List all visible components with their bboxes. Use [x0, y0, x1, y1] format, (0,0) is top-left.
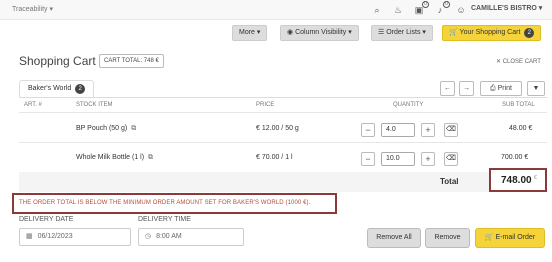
- remove-all-button[interactable]: Remove All: [367, 228, 421, 248]
- item-price: € 12.00 / 50 g: [256, 125, 299, 132]
- column-visibility-label: Column Visibility: [295, 29, 347, 36]
- remove-button[interactable]: Remove: [425, 228, 470, 248]
- table-row-item[interactable]: Whole Milk Bottle (1 l) ⧉: [76, 154, 153, 162]
- order-lists-label: Order Lists: [386, 29, 421, 36]
- order-lists-button[interactable]: ☰ Order Lists ▾: [371, 25, 433, 41]
- close-cart-label: CLOSE CART: [502, 59, 541, 65]
- header-sub-total: SUB TOTAL: [502, 102, 535, 108]
- chef-hat-icon[interactable]: ♨: [392, 4, 404, 16]
- toolbar: More ▾ ◉ Column Visibility ▾ ☰ Order Lis…: [0, 22, 552, 44]
- close-cart-button[interactable]: ✕ CLOSE CART: [496, 58, 541, 65]
- delivery-time-label: DELIVERY TIME: [138, 216, 191, 223]
- chevron-down-icon: ▾: [49, 6, 53, 13]
- your-cart-label: Your Shopping Cart: [459, 29, 521, 36]
- tab-supplier[interactable]: Baker's World 2: [19, 80, 95, 97]
- header-stock-item: STOCK ITEM: [76, 102, 113, 108]
- cart-icon: 🛒: [449, 29, 458, 36]
- divider: [19, 142, 547, 143]
- table-row-item[interactable]: BP Pouch (50 g) ⧉: [76, 125, 136, 133]
- print-button[interactable]: ⎙ Print: [480, 81, 522, 96]
- decrease-quantity-button[interactable]: −: [361, 123, 375, 137]
- column-visibility-button[interactable]: ◉ Column Visibility ▾: [280, 25, 359, 41]
- email-order-label: E-mail Order: [495, 234, 536, 241]
- user-icon[interactable]: ☺: [455, 4, 467, 16]
- clear-quantity-button[interactable]: ⌫: [444, 123, 458, 137]
- item-price: € 70.00 / 1 l: [256, 154, 293, 161]
- total-value: 748.00: [501, 175, 532, 186]
- tab-label: Baker's World: [28, 85, 72, 92]
- cart-table: ART. # STOCK ITEM PRICE QUANTITY SUB TOT…: [19, 97, 547, 192]
- tab-count-badge: 2: [75, 84, 86, 94]
- more-label: More: [239, 29, 255, 36]
- item-subtotal: 700.00 €: [501, 154, 529, 161]
- clock-icon: ◷: [145, 233, 152, 240]
- page-title: Shopping Cart: [19, 54, 96, 68]
- increase-quantity-button[interactable]: +: [421, 152, 435, 166]
- arrow-right-icon: →: [463, 85, 470, 92]
- your-shopping-cart-button[interactable]: 🛒 Your Shopping Cart 2: [442, 25, 542, 41]
- header-art: ART. #: [24, 102, 42, 108]
- delivery-time-value: 8:00 AM: [156, 233, 182, 240]
- top-bar: Traceability ▾ ⌕ ♨ ▣ 0 ♪ 0 ☺ CAMILLE'S B…: [0, 0, 552, 20]
- filter-button[interactable]: ▼: [527, 81, 545, 96]
- gift-icon[interactable]: ▣ 0: [413, 1, 429, 16]
- eye-icon: ◉: [287, 29, 294, 36]
- more-button[interactable]: More ▾: [232, 25, 268, 41]
- cart-total-badge: CART TOTAL: 748 €: [99, 54, 164, 68]
- eraser-icon: ⌫: [446, 155, 456, 162]
- traceability-menu[interactable]: Traceability ▾: [12, 5, 53, 13]
- traceability-label: Traceability: [12, 6, 48, 13]
- next-button[interactable]: →: [459, 81, 474, 96]
- item-subtotal: 48.00 €: [509, 125, 533, 132]
- increase-quantity-button[interactable]: +: [421, 123, 435, 137]
- bistro-label: CAMILLE'S BISTRO: [471, 5, 537, 12]
- total-currency: €: [534, 175, 537, 181]
- header-quantity: QUANTITY: [393, 102, 424, 108]
- external-link-icon[interactable]: ⧉: [131, 125, 136, 132]
- minus-icon: −: [365, 125, 371, 135]
- delivery-date-field[interactable]: ▦ 06/12/2023: [19, 228, 131, 246]
- total-row: Total 748.00 €: [19, 168, 547, 192]
- plus-icon: +: [425, 125, 431, 135]
- previous-button[interactable]: ←: [440, 81, 455, 96]
- filter-icon: ▼: [532, 85, 540, 92]
- bistro-menu[interactable]: CAMILLE'S BISTRO ▾: [471, 4, 542, 12]
- bell-icon[interactable]: ♪ 0: [434, 1, 450, 16]
- decrease-quantity-button[interactable]: −: [361, 152, 375, 166]
- email-order-button[interactable]: 🛒 E-mail Order: [475, 228, 545, 248]
- chevron-down-icon: ▾: [538, 5, 543, 12]
- close-icon: ✕: [496, 59, 502, 65]
- cart-icon: 🛒: [484, 234, 494, 241]
- item-name: Whole Milk Bottle (1 l): [76, 154, 145, 161]
- list-icon: ☰: [378, 29, 385, 36]
- cart-count-badge: 2: [524, 28, 535, 38]
- eraser-icon: ⌫: [446, 126, 456, 133]
- delivery-time-field[interactable]: ◷ 8:00 AM: [138, 228, 244, 246]
- calendar-icon: ▦: [26, 233, 33, 240]
- search-icon[interactable]: ⌕: [371, 4, 383, 16]
- print-label: Print: [497, 85, 512, 92]
- notification-badge: 0: [443, 1, 450, 8]
- minus-icon: −: [365, 154, 371, 164]
- delivery-date-label: DELIVERY DATE: [19, 216, 74, 223]
- quantity-input[interactable]: 10.0: [381, 152, 415, 166]
- quantity-input[interactable]: 4.0: [381, 123, 415, 137]
- item-name: BP Pouch (50 g): [76, 125, 128, 132]
- external-link-icon[interactable]: ⧉: [148, 154, 153, 161]
- minimum-order-warning: THE ORDER TOTAL IS BELOW THE MINIMUM ORD…: [12, 193, 337, 214]
- delivery-date-value: 06/12/2023: [37, 233, 73, 240]
- plus-icon: +: [425, 154, 431, 164]
- clear-quantity-button[interactable]: ⌫: [444, 152, 458, 166]
- total-label: Total: [440, 177, 459, 186]
- printer-icon: ⎙: [490, 85, 496, 92]
- total-highlight-box: 748.00 €: [489, 168, 547, 192]
- notification-badge: 0: [422, 1, 429, 8]
- header-price: PRICE: [256, 102, 275, 108]
- divider: [19, 112, 547, 113]
- arrow-left-icon: ←: [444, 85, 451, 92]
